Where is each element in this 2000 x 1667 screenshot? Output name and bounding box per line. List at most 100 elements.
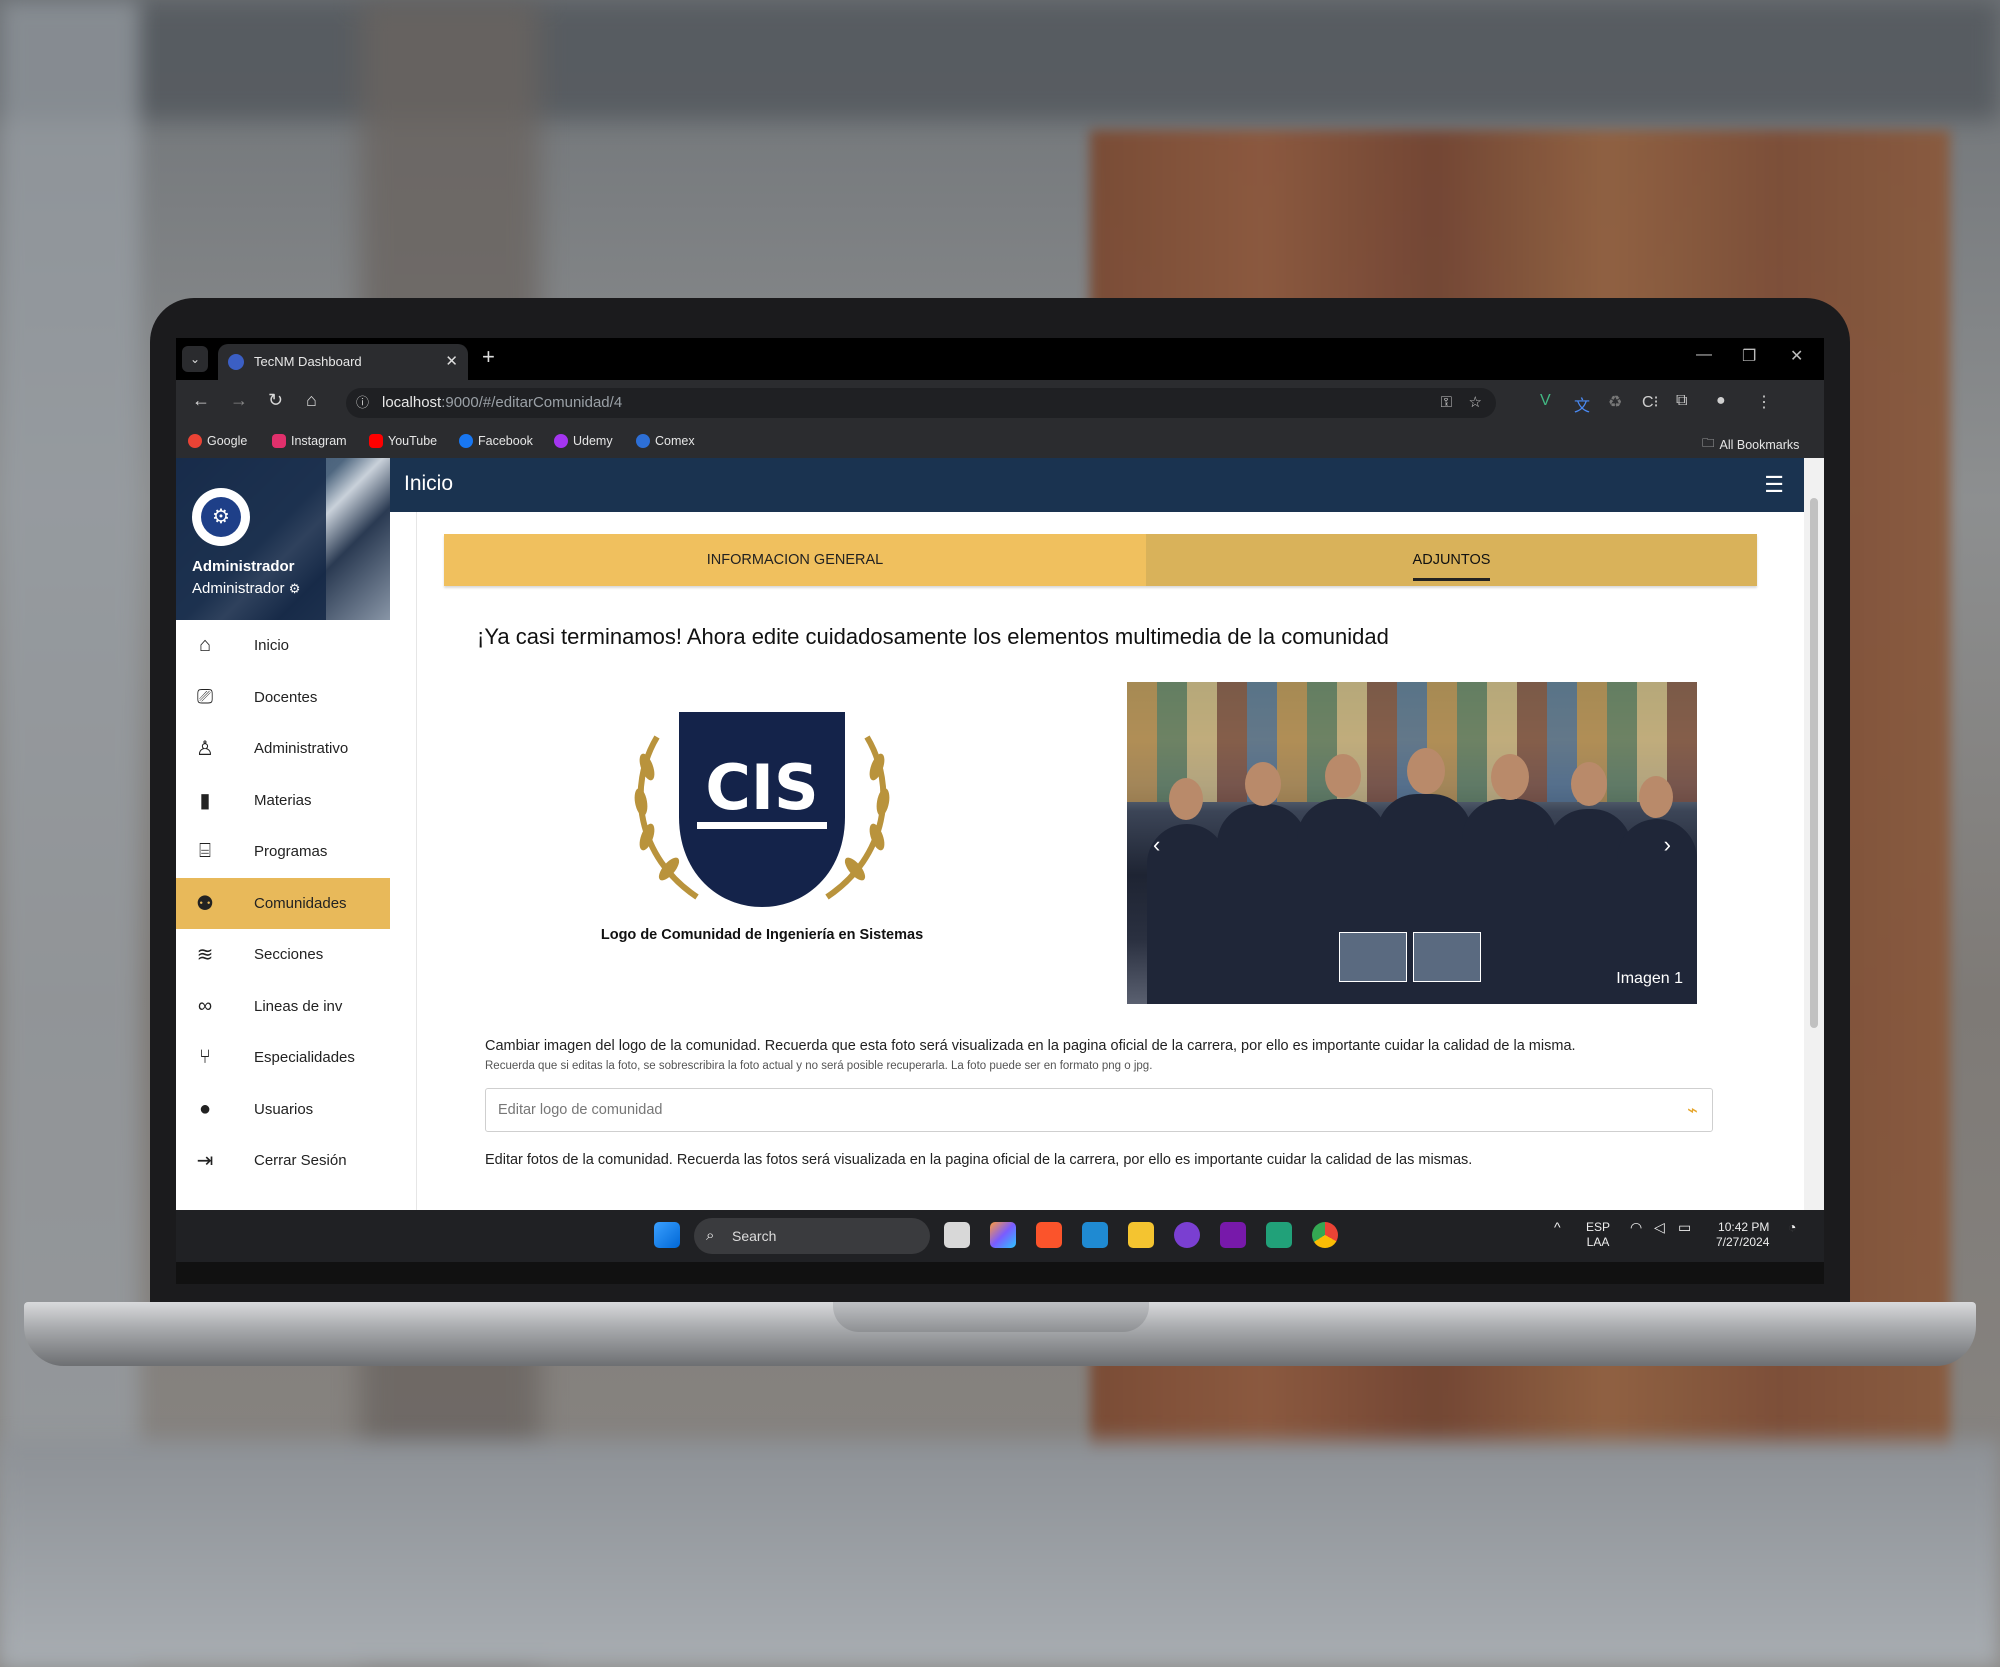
- photos-description: Editar fotos de la comunidad. Recuerda l…: [485, 1152, 1473, 1168]
- sidebar-item-inicio[interactable]: ⌂ Inicio: [176, 620, 390, 672]
- restore-icon[interactable]: ❐: [1742, 346, 1756, 366]
- vscode-icon[interactable]: [1082, 1222, 1108, 1248]
- volume-icon[interactable]: ◁: [1654, 1220, 1665, 1235]
- main-content: INFORMACION GENERAL ADJUNTOS ¡Ya casi te…: [416, 512, 1796, 1210]
- user-role[interactable]: Administrador ⚙: [192, 580, 300, 597]
- bookmark-google[interactable]: Google: [188, 434, 247, 448]
- battery-icon[interactable]: ▭: [1678, 1220, 1691, 1235]
- clock[interactable]: 10:42 PM 7/27/2024: [1716, 1220, 1769, 1250]
- menu-kebab-icon[interactable]: ⋮: [1756, 392, 1772, 412]
- url-host: localhost: [382, 394, 442, 411]
- sidebar-item-lineas[interactable]: ∞ Lineas de inv: [176, 981, 390, 1033]
- comex-icon: [636, 434, 650, 448]
- url-path: :9000/#/editarComunidad/4: [441, 394, 623, 411]
- minimize-icon[interactable]: —: [1696, 346, 1712, 364]
- person-icon: ♙: [196, 738, 214, 761]
- tab-title: TecNM Dashboard: [254, 354, 362, 369]
- back-icon[interactable]: ←: [192, 390, 210, 411]
- file-explorer-icon[interactable]: [1128, 1222, 1154, 1248]
- user-name: Administrador: [192, 558, 295, 575]
- hamburger-menu-icon[interactable]: ☰: [1764, 472, 1784, 498]
- chrome-icon[interactable]: [1312, 1222, 1338, 1248]
- sidebar-item-comunidades[interactable]: ⚉ Comunidades: [176, 877, 390, 929]
- photo-carousel: ‹ › Imagen 1: [1127, 682, 1697, 1004]
- sidebar-item-docentes[interactable]: ⎚ Docentes: [176, 672, 390, 724]
- tray-overflow-icon[interactable]: ^: [1554, 1220, 1561, 1235]
- sidebar-item-usuarios[interactable]: ● Usuarios: [176, 1084, 390, 1136]
- copilot-icon[interactable]: [990, 1222, 1016, 1248]
- teacher-icon: ⎚: [197, 685, 213, 708]
- wifi-icon[interactable]: ◠: [1630, 1220, 1642, 1235]
- brave-icon[interactable]: [1036, 1222, 1062, 1248]
- glasses-icon: ∞: [197, 994, 213, 1017]
- sidebar-menu: ⌂ Inicio ⎚ Docentes ♙ Administrativo ▮ Mater…: [176, 620, 390, 1187]
- folder-icon: 🗀: [1702, 436, 1715, 450]
- carousel-caption: Imagen 1: [1616, 970, 1683, 987]
- forward-icon[interactable]: →: [230, 390, 248, 411]
- browser-toolbar: ← → ↻ ⌂ ⓘ localhost:9000/#/editarComunid…: [176, 380, 1824, 426]
- tab-search-dropdown[interactable]: ⌄: [182, 346, 208, 372]
- bookmark-instagram[interactable]: Instagram: [272, 434, 347, 448]
- logo-file-input[interactable]: Editar logo de comunidad ⌁: [485, 1088, 1713, 1132]
- profile-avatar-icon[interactable]: ●: [1716, 392, 1726, 410]
- sidebar-item-administrativo[interactable]: ♙ Administrativo: [176, 723, 390, 775]
- home-button-icon[interactable]: ⌂: [306, 390, 317, 411]
- new-tab-button[interactable]: +: [482, 344, 495, 370]
- address-bar[interactable]: ⓘ localhost:9000/#/editarComunidad/4 ⚿ ☆: [346, 388, 1496, 418]
- vue-devtools-icon[interactable]: V: [1540, 392, 1551, 410]
- bookmarks-bar: Google Instagram YouTube Facebook Udemy …: [176, 426, 1824, 458]
- carousel-thumbnail[interactable]: [1413, 932, 1481, 982]
- language-indicator[interactable]: ESP LAA: [1586, 1220, 1610, 1250]
- puzzle-icon[interactable]: ⧉: [1676, 392, 1687, 410]
- settings-gear-icon[interactable]: ⚙: [289, 581, 301, 596]
- logout-icon: ⇥: [196, 1150, 214, 1173]
- bookmark-udemy[interactable]: Udemy: [554, 434, 613, 448]
- carousel-next-icon[interactable]: ›: [1664, 832, 1671, 858]
- browser-tab[interactable]: TecNM Dashboard ✕: [218, 344, 468, 380]
- tab-informacion-general[interactable]: INFORMACION GENERAL: [444, 534, 1146, 586]
- laptop-notch: [833, 1302, 1149, 1332]
- extension-c-icon[interactable]: C⁝: [1642, 392, 1659, 412]
- github-desktop-icon[interactable]: [1174, 1222, 1200, 1248]
- book-icon: ▮: [199, 789, 211, 812]
- facebook-icon: [459, 434, 473, 448]
- search-icon: ⌕: [706, 1227, 715, 1244]
- datagrip-icon[interactable]: [1266, 1222, 1292, 1248]
- section-headline: ¡Ya casi terminamos! Ahora edite cuidado…: [477, 624, 1389, 649]
- windows-start-icon[interactable]: [654, 1222, 680, 1248]
- scrollbar-thumb[interactable]: [1810, 498, 1818, 1028]
- onenote-icon[interactable]: [1220, 1222, 1246, 1248]
- notification-bell-icon[interactable]: ◔: [1788, 1220, 1796, 1235]
- sidebar: ⚙ Administrador Administrador ⚙ ⌂ Inicio …: [176, 458, 390, 1210]
- reload-icon[interactable]: ↻: [268, 390, 283, 411]
- task-view-icon[interactable]: [944, 1222, 970, 1248]
- tab-adjuntos[interactable]: ADJUNTOS: [1146, 534, 1757, 586]
- site-info-icon[interactable]: ⓘ: [356, 388, 369, 418]
- app-header: Inicio ☰: [390, 458, 1804, 512]
- page-scrollbar[interactable]: [1804, 458, 1824, 1210]
- tab-close-icon[interactable]: ✕: [445, 344, 458, 380]
- extension-icon[interactable]: ♻: [1608, 392, 1622, 412]
- laptop-screen: ⌄ TecNM Dashboard ✕ + — ❐ ✕ ← → ↻ ⌂ ⓘ lo…: [176, 338, 1824, 1284]
- bookmark-facebook[interactable]: Facebook: [459, 434, 533, 448]
- sidebar-item-secciones[interactable]: ≋ Secciones: [176, 929, 390, 981]
- carousel-thumbnail[interactable]: [1339, 932, 1407, 982]
- bookmark-star-icon[interactable]: ☆: [1469, 388, 1482, 418]
- all-bookmarks[interactable]: 🗀 All Bookmarks: [1702, 434, 1799, 455]
- community-logo: CIS: [617, 697, 907, 917]
- youtube-icon: [369, 434, 383, 448]
- sidebar-item-cerrar-sesion[interactable]: ⇥ Cerrar Sesión: [176, 1135, 390, 1187]
- translate-icon[interactable]: 文: [1574, 392, 1590, 416]
- layers-icon: ≋: [196, 944, 214, 967]
- sidebar-item-materias[interactable]: ▮ Materias: [176, 775, 390, 827]
- taskbar-search[interactable]: ⌕ Search: [694, 1218, 930, 1254]
- sidebar-item-especialidades[interactable]: ⑂ Especialidades: [176, 1032, 390, 1084]
- carousel-prev-icon[interactable]: ‹: [1153, 832, 1160, 858]
- sidebar-item-programas[interactable]: ⌸ Programas: [176, 826, 390, 878]
- password-key-icon[interactable]: ⚿: [1441, 388, 1452, 418]
- bookmark-comex[interactable]: Comex: [636, 434, 695, 448]
- window-close-icon[interactable]: ✕: [1790, 346, 1803, 366]
- paperclip-icon[interactable]: ⌁: [1687, 1089, 1698, 1131]
- bookmark-youtube[interactable]: YouTube: [369, 434, 437, 448]
- logo-hint: Recuerda que si editas la foto, se sobre…: [485, 1060, 1153, 1072]
